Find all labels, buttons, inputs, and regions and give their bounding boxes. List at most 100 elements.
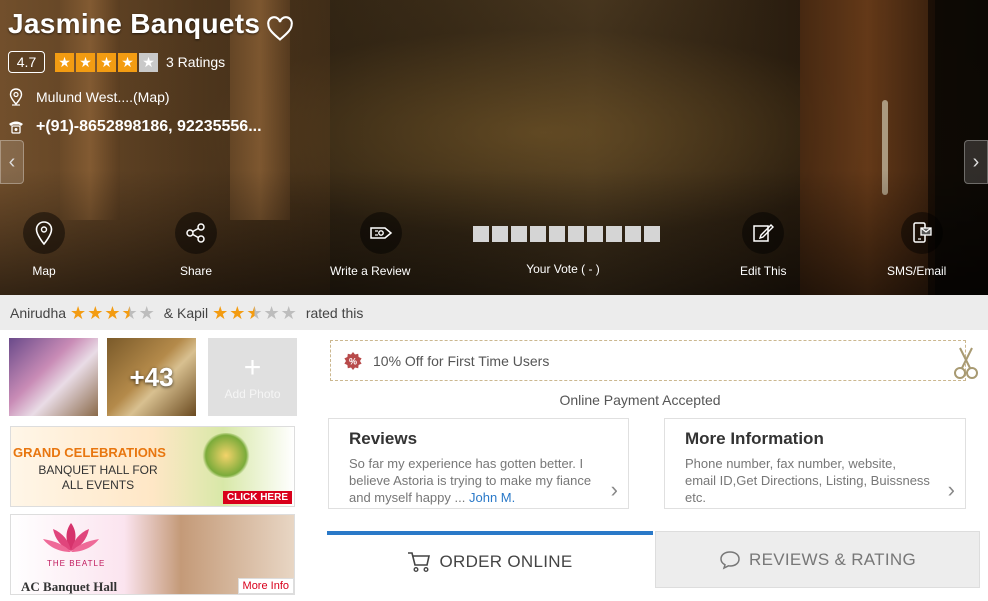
location-pin-icon bbox=[8, 88, 24, 106]
ratings-count[interactable]: 3 Ratings bbox=[166, 54, 225, 70]
hero-banner: Jasmine Banquets 4.7 ★ ★ ★ ★ ★ 3 Ratings Mul… bbox=[0, 0, 988, 295]
vote-scale[interactable] bbox=[473, 226, 663, 242]
chevron-right-icon: › bbox=[947, 477, 955, 502]
star-empty-icon: ★ bbox=[263, 302, 280, 323]
add-photo-label: Add Photo bbox=[224, 387, 281, 401]
star-filled-icon: ★ bbox=[87, 302, 104, 323]
carousel-prev-button[interactable]: ‹ bbox=[0, 140, 24, 184]
more-photos-count: +43 bbox=[129, 361, 174, 392]
review-pen-icon bbox=[359, 212, 402, 254]
edit-this-action[interactable]: Edit This bbox=[740, 212, 786, 278]
ad-more-info-button[interactable]: More Info bbox=[237, 578, 294, 594]
rating-stars: ★ ★ ★ ★ ★ bbox=[55, 52, 160, 72]
star-filled-icon: ★ bbox=[212, 302, 229, 323]
info-card-title: More Information bbox=[685, 429, 824, 448]
vote-box[interactable] bbox=[606, 226, 622, 242]
phone-row[interactable]: +(91)-8652898186, 92235556... bbox=[8, 118, 262, 136]
star-filled-icon: ★ bbox=[97, 52, 116, 72]
plus-icon: + bbox=[243, 351, 262, 384]
share-action[interactable]: Share bbox=[175, 212, 217, 278]
share-label: Share bbox=[179, 264, 213, 278]
map-action[interactable]: Map bbox=[23, 212, 65, 278]
star-empty-icon: ★ bbox=[280, 302, 297, 323]
star-half-icon: ★ bbox=[246, 302, 263, 323]
star-empty-icon: ★ bbox=[139, 52, 158, 72]
photo-column: +43 + Add Photo GRAND CELEBRATIONS BANQU… bbox=[0, 330, 310, 601]
ad-banner-ac-banquet[interactable]: THE BEATLE AC Banquet Hall More Info bbox=[10, 514, 295, 595]
ad-banner-grand-celebrations[interactable]: GRAND CELEBRATIONS BANQUET HALL FOR ALL … bbox=[10, 426, 295, 507]
add-photo-button[interactable]: + Add Photo bbox=[208, 338, 297, 416]
offer-coupon[interactable]: % 10% Off for First Time Users bbox=[330, 340, 966, 381]
vote-box[interactable] bbox=[511, 226, 527, 242]
review-snippet: So far my experience has gotten better. … bbox=[349, 455, 594, 506]
payment-note: Online Payment Accepted bbox=[559, 392, 721, 408]
star-filled-icon: ★ bbox=[76, 52, 95, 72]
sms-email-label: SMS/Email bbox=[887, 264, 947, 278]
tab-order-online[interactable]: ORDER ONLINE bbox=[327, 531, 653, 588]
edit-this-label: Edit This bbox=[740, 264, 787, 278]
chevron-right-icon: › bbox=[972, 150, 980, 173]
vote-box[interactable] bbox=[625, 226, 641, 242]
chat-bubble-icon bbox=[719, 550, 741, 570]
carousel-next-button[interactable]: › bbox=[964, 140, 988, 184]
ad-brand: THE BEATLE bbox=[47, 559, 106, 568]
tab-reviews-rating[interactable]: REVIEWS & RATING bbox=[655, 531, 980, 588]
scissors-icon bbox=[954, 347, 978, 379]
star-filled-icon: ★ bbox=[55, 52, 74, 72]
star-filled-icon: ★ bbox=[118, 52, 137, 72]
tab-reviews-rating-label: REVIEWS & RATING bbox=[749, 549, 916, 569]
vote-box[interactable] bbox=[492, 226, 508, 242]
ad-click-here-button[interactable]: CLICK HERE bbox=[222, 491, 292, 504]
reviews-card[interactable]: Reviews So far my experience has gotten … bbox=[328, 418, 629, 509]
sms-email-icon bbox=[900, 212, 943, 254]
chevron-right-icon: › bbox=[610, 477, 618, 502]
favorite-heart-icon[interactable] bbox=[266, 16, 294, 42]
more-information-card[interactable]: More Information Phone number, fax numbe… bbox=[664, 418, 966, 509]
vote-box[interactable] bbox=[473, 226, 489, 242]
chevron-left-icon: ‹ bbox=[8, 150, 16, 173]
your-vote-action[interactable]: Your Vote ( - ) bbox=[473, 212, 663, 276]
edit-icon bbox=[742, 212, 785, 254]
ad-title: AC Banquet Hall bbox=[21, 579, 118, 594]
vote-box[interactable] bbox=[587, 226, 603, 242]
address-text: Mulund West....(Map) bbox=[36, 89, 170, 105]
vote-box[interactable] bbox=[568, 226, 584, 242]
star-half-icon: ★ bbox=[121, 302, 138, 323]
vote-box[interactable] bbox=[644, 226, 660, 242]
cart-icon bbox=[407, 551, 431, 573]
photo-thumbnail-more[interactable]: +43 bbox=[107, 338, 196, 416]
raters-strip: Anirudha ★ ★ ★ ★ ★ & Kapil ★ ★ ★ ★ ★ rated this bbox=[0, 295, 988, 330]
ad-title: GRAND CELEBRATIONS bbox=[13, 445, 166, 460]
offer-text: 10% Off for First Time Users bbox=[373, 352, 550, 369]
tab-order-online-label: ORDER ONLINE bbox=[439, 551, 573, 571]
rated-this-text: rated this bbox=[305, 304, 364, 321]
rater-stars: ★ ★ ★ ★ ★ bbox=[70, 304, 156, 322]
info-card-text: Phone number, fax number, website, email… bbox=[685, 456, 930, 505]
rating-badge: 4.7 bbox=[8, 51, 45, 73]
review-author[interactable]: John M. bbox=[469, 490, 515, 505]
rater-name[interactable]: Anirudha bbox=[10, 305, 66, 321]
map-label: Map bbox=[32, 264, 56, 278]
reviews-card-title: Reviews bbox=[349, 429, 418, 448]
ad-subtitle: BANQUET HALL FOR ALL EVENTS bbox=[38, 463, 158, 492]
rating-row: 4.7 ★ ★ ★ ★ ★ 3 Ratings bbox=[8, 51, 225, 73]
star-filled-icon: ★ bbox=[104, 302, 121, 323]
svg-text:%: % bbox=[349, 356, 357, 366]
page-title: Jasmine Banquets bbox=[8, 8, 261, 39]
action-bar: Map Share Write a Review Your Vote ( - )… bbox=[0, 212, 988, 282]
star-filled-icon: ★ bbox=[70, 302, 87, 323]
review-ellipsis: ... bbox=[454, 490, 466, 505]
flower-decoration-image bbox=[201, 433, 251, 478]
photo-thumbnail[interactable] bbox=[9, 338, 98, 416]
phone-icon bbox=[8, 118, 24, 136]
sms-email-action[interactable]: SMS/Email bbox=[887, 212, 946, 278]
write-review-action[interactable]: Write a Review bbox=[330, 212, 410, 278]
rater-name[interactable]: & Kapil bbox=[164, 305, 208, 321]
discount-badge-icon: % bbox=[344, 351, 362, 370]
star-empty-icon: ★ bbox=[138, 302, 155, 323]
address-row[interactable]: Mulund West....(Map) bbox=[8, 88, 170, 106]
vote-box[interactable] bbox=[549, 226, 565, 242]
write-review-label: Write a Review bbox=[330, 264, 411, 278]
phone-text: +(91)-8652898186, 92235556... bbox=[36, 118, 262, 135]
vote-box[interactable] bbox=[530, 226, 546, 242]
